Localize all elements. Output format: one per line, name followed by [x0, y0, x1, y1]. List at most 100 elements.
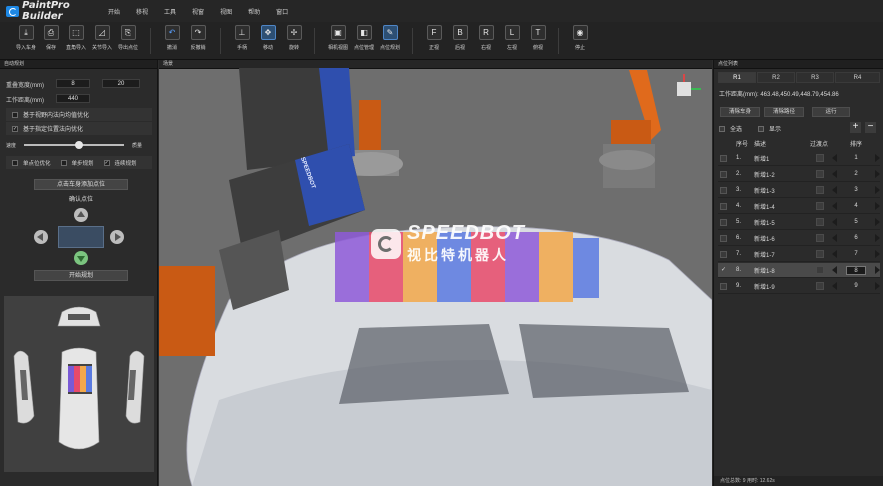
up-arrow-button[interactable]: [74, 208, 88, 222]
move-button[interactable]: ✥ 移动: [256, 25, 280, 51]
stop-button[interactable]: ◉ 停止: [568, 25, 592, 51]
order-stepper[interactable]: 2: [832, 169, 880, 179]
checkbox-checked[interactable]: ✓: [12, 125, 18, 132]
add-point-icon[interactable]: +: [850, 122, 861, 133]
run-button[interactable]: 运行: [812, 107, 850, 117]
decrement-icon[interactable]: [832, 202, 837, 210]
confirm-point-button[interactable]: 确认点位: [34, 194, 128, 205]
transit-checkbox[interactable]: [816, 234, 824, 242]
checkbox-checked[interactable]: ✓: [103, 159, 110, 166]
top-view-button[interactable]: T 俯视: [526, 25, 550, 51]
table-row-selected[interactable]: ✓ 8. 新增1-8 8: [718, 263, 880, 278]
table-row[interactable]: 6. 新增1-6 6: [718, 231, 880, 246]
menu-view[interactable]: 视图: [220, 7, 232, 16]
row-checkbox[interactable]: [720, 154, 727, 162]
increment-icon[interactable]: [875, 202, 880, 210]
camera-view-button[interactable]: ▣ 相机视图: [326, 25, 350, 51]
scene-viewport[interactable]: 场景 SPEEDBOT SPEEDBOT 视比特机器人: [159, 60, 712, 486]
increment-icon[interactable]: [875, 218, 880, 226]
checkbox[interactable]: [60, 159, 67, 166]
back-view-button[interactable]: B 后视: [448, 25, 472, 51]
table-row[interactable]: 1. 新增1 1: [718, 151, 880, 166]
decrement-icon[interactable]: [832, 154, 837, 162]
row-checkbox[interactable]: [720, 170, 727, 178]
table-row[interactable]: 5. 新增1-5 5: [718, 215, 880, 230]
left-arrow-button[interactable]: [34, 230, 48, 244]
menu-view-move[interactable]: 移视: [136, 7, 148, 16]
menu-window[interactable]: 窗口: [276, 7, 288, 16]
decrement-icon[interactable]: [832, 266, 837, 274]
decrement-icon[interactable]: [832, 170, 837, 178]
right-arrow-button[interactable]: [110, 230, 124, 244]
clear-path-button[interactable]: 清除路径: [764, 107, 804, 117]
redo-button[interactable]: ↷ 反撤销: [186, 25, 210, 51]
row-checkbox[interactable]: [720, 250, 727, 258]
export-points-button[interactable]: ⎘ 导出点位: [116, 25, 140, 51]
increment-icon[interactable]: [875, 186, 880, 194]
left-view-button[interactable]: L 左视: [500, 25, 524, 51]
front-view-button[interactable]: F 正视: [422, 25, 446, 51]
table-row[interactable]: 2. 新增1-2 2: [718, 167, 880, 182]
decrement-icon[interactable]: [832, 282, 837, 290]
tab-r4[interactable]: R4: [835, 72, 880, 83]
menu-help[interactable]: 帮助: [248, 7, 260, 16]
clear-body-button[interactable]: 清除车身: [720, 107, 760, 117]
overlap-input-b[interactable]: 20: [102, 79, 140, 88]
overlap-input-a[interactable]: 8: [56, 79, 90, 88]
tab-r3[interactable]: R3: [796, 72, 834, 83]
right-view-button[interactable]: R 右视: [474, 25, 498, 51]
row-checkbox[interactable]: [720, 282, 727, 290]
increment-icon[interactable]: [875, 170, 880, 178]
start-plan-button[interactable]: 开始规划: [34, 270, 128, 281]
transit-checkbox[interactable]: [816, 282, 824, 290]
increment-icon[interactable]: [875, 266, 880, 274]
transit-checkbox[interactable]: [816, 154, 824, 162]
normal-mean-option[interactable]: 基于视野内法向均值优化: [6, 108, 152, 121]
row-checkbox[interactable]: [720, 234, 727, 242]
table-row[interactable]: 7. 新增1-7 7: [718, 247, 880, 262]
transit-checkbox[interactable]: [816, 186, 824, 194]
order-stepper[interactable]: 6: [832, 233, 880, 243]
vertex-import-button[interactable]: ⬚ 直角导入: [64, 25, 88, 51]
checkbox[interactable]: [12, 159, 18, 166]
menu-start[interactable]: 开始: [108, 7, 120, 16]
increment-icon[interactable]: [875, 282, 880, 290]
point-plan-button[interactable]: ✎ 点位规划: [378, 25, 402, 51]
manual-button[interactable]: ⊥ 手柄: [230, 25, 254, 51]
order-stepper[interactable]: 5: [832, 217, 880, 227]
decrement-icon[interactable]: [832, 250, 837, 258]
order-stepper[interactable]: 9: [832, 281, 880, 291]
decrement-icon[interactable]: [832, 218, 837, 226]
transit-checkbox[interactable]: [816, 218, 824, 226]
menu-window-view[interactable]: 视窗: [192, 7, 204, 16]
select-all-checkbox[interactable]: [719, 125, 725, 132]
increment-icon[interactable]: [875, 154, 880, 162]
menu-tools[interactable]: 工具: [164, 7, 176, 16]
transit-checkbox[interactable]: [816, 250, 824, 258]
specified-normal-option[interactable]: ✓ 基于指定位置法向优化: [6, 122, 152, 135]
order-stepper[interactable]: 7: [832, 249, 880, 259]
save-button[interactable]: ⎙ 保存: [39, 25, 63, 51]
decrement-icon[interactable]: [832, 234, 837, 242]
undo-button[interactable]: ↶ 撤消: [160, 25, 184, 51]
checkbox[interactable]: [12, 111, 18, 118]
decrement-icon[interactable]: [832, 186, 837, 194]
speed-quality-slider[interactable]: [24, 141, 124, 149]
transit-checkbox[interactable]: [816, 266, 824, 274]
add-point-button[interactable]: 点击车身添加点位: [34, 179, 128, 190]
tab-r1[interactable]: R1: [718, 72, 756, 83]
table-row[interactable]: 3. 新增1-3 3: [718, 183, 880, 198]
increment-icon[interactable]: [875, 250, 880, 258]
point-manage-button[interactable]: ◧ 点位管理: [352, 25, 376, 51]
transit-checkbox[interactable]: [816, 202, 824, 210]
order-stepper[interactable]: 1: [832, 153, 880, 163]
row-checkbox-checked[interactable]: ✓: [720, 267, 727, 274]
order-stepper[interactable]: 4: [832, 201, 880, 211]
transit-checkbox[interactable]: [816, 170, 824, 178]
order-stepper[interactable]: 3: [832, 185, 880, 195]
import-body-button[interactable]: ⤓ 导入车身: [14, 25, 38, 51]
tab-r2[interactable]: R2: [757, 72, 795, 83]
display-checkbox[interactable]: [758, 125, 765, 132]
rotate-button[interactable]: ✢ 旋转: [282, 25, 306, 51]
increment-icon[interactable]: [875, 234, 880, 242]
